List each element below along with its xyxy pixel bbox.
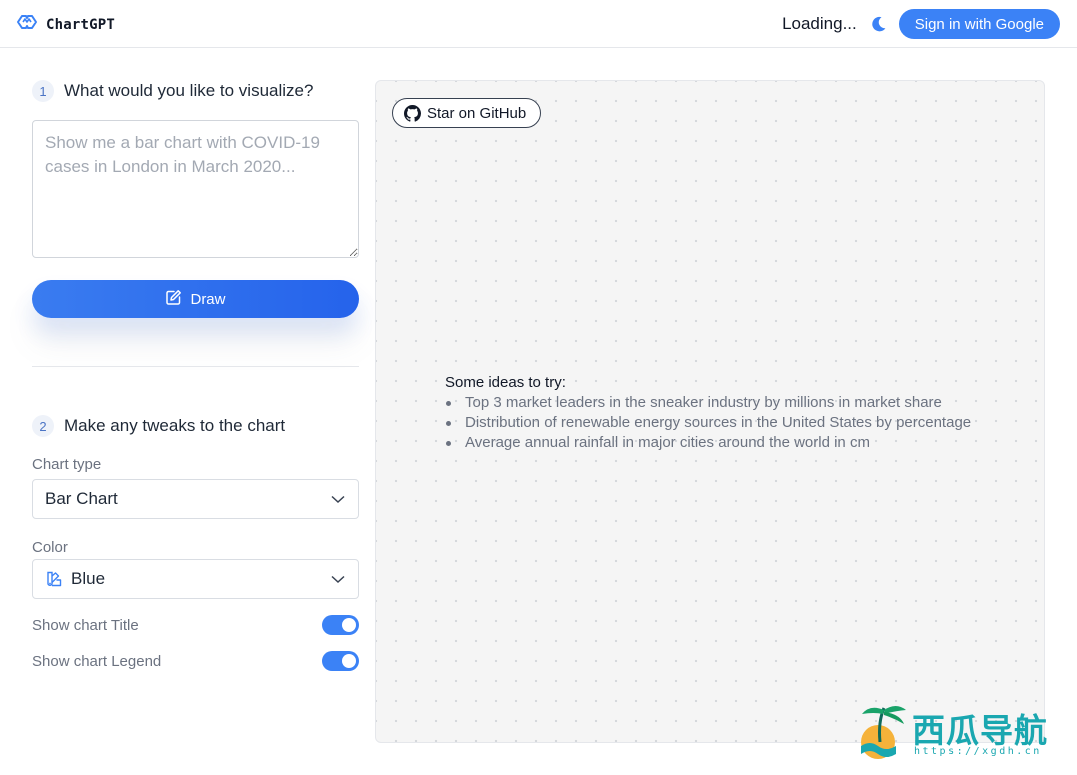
chart-canvas: Star on GitHub Some ideas to try: Top 3 … [375,80,1045,743]
chevron-down-icon [330,491,346,507]
palette-icon [45,570,63,588]
chart-type-label: Chart type [32,456,102,473]
show-title-toggle[interactable] [322,615,359,635]
idea-item[interactable]: Distribution of renewable energy sources… [445,413,971,433]
app-name: ChartGPT [46,16,116,33]
moon-icon[interactable] [869,14,889,34]
step-2-label: Make any tweaks to the chart [64,416,286,435]
watermark-title: 西瓜导航 [912,711,1048,750]
chartgpt-logo-icon [16,13,38,36]
header-actions: Loading... Sign in with Google [782,9,1060,39]
section-divider [32,366,359,367]
toggle-knob [342,654,356,668]
star-on-github-button[interactable]: Star on GitHub [392,98,542,128]
show-legend-toggle[interactable] [322,651,359,671]
edit-icon [165,289,182,310]
chart-type-select[interactable]: Bar Chart [32,479,359,519]
ideas-list: Some ideas to try: Top 3 market leaders … [445,373,971,453]
idea-item[interactable]: Top 3 market leaders in the sneaker indu… [445,393,971,413]
step-2-heading: 2 Make any tweaks to the chart [32,415,285,437]
step-1-number: 1 [32,80,54,102]
chevron-down-icon [330,571,346,587]
show-legend-row: Show chart Legend [32,651,359,671]
github-icon [404,104,421,122]
step-1-heading: 1 What would you like to visualize? [32,80,313,102]
show-legend-label: Show chart Legend [32,652,162,670]
sign-in-google-button[interactable]: Sign in with Google [898,9,1060,39]
draw-label: Draw [190,290,226,308]
draw-button[interactable]: Draw [32,280,359,318]
color-label: Color [32,539,68,556]
ideas-title: Some ideas to try: [445,374,566,391]
watermark-logo-icon [861,706,906,759]
toggle-knob [342,618,356,632]
watermark-url: https://xgdh.cn [914,746,1042,757]
app-header: ChartGPT Loading... Sign in with Google [0,0,1077,48]
chart-type-value: Bar Chart [45,489,118,508]
prompt-input[interactable] [32,120,359,258]
loading-status: Loading... [782,14,857,33]
idea-item[interactable]: Average annual rainfall in major cities … [445,433,971,453]
step-2-number: 2 [32,415,54,437]
step-1-label: What would you like to visualize? [64,81,314,100]
ideas-items: Top 3 market leaders in the sneaker indu… [445,393,971,453]
brand[interactable]: ChartGPT [16,13,115,36]
site-watermark: 西瓜导航 https://xgdh.cn [856,702,1066,762]
color-select[interactable]: Blue [32,559,359,599]
show-title-row: Show chart Title [32,615,359,635]
show-title-label: Show chart Title [32,616,139,634]
color-value: Blue [71,569,106,588]
github-label: Star on GitHub [427,104,527,122]
